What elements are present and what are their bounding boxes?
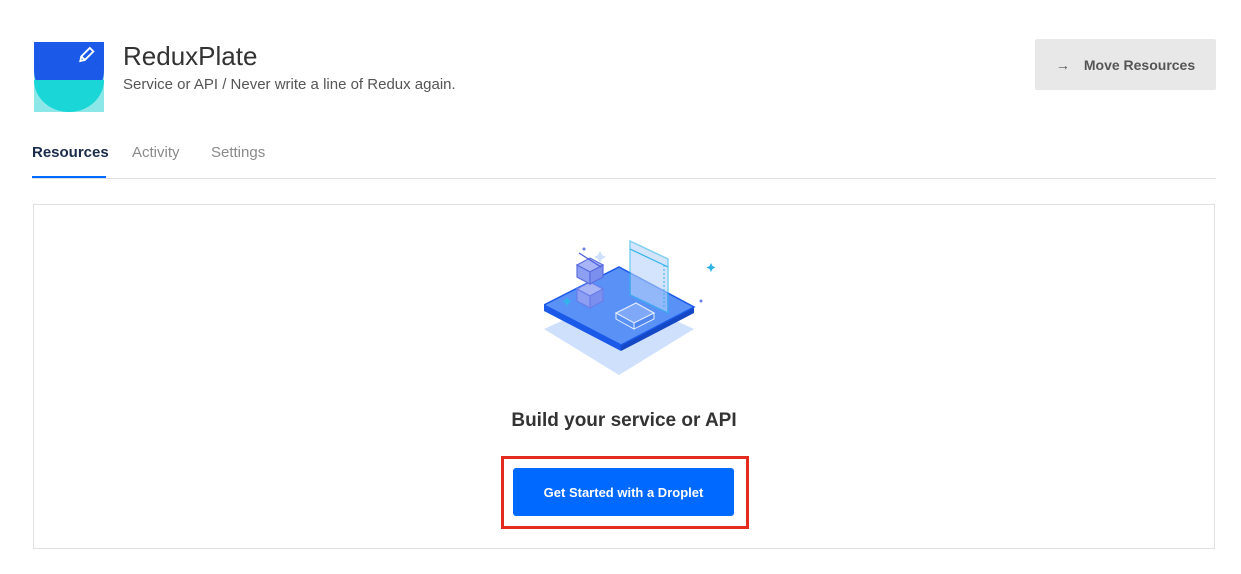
droplet-illustration xyxy=(544,239,716,375)
tab-resources[interactable]: Resources xyxy=(32,144,109,162)
project-title: ReduxPlate xyxy=(123,41,258,71)
empty-state-card: Build your service or API Get Started wi… xyxy=(33,204,1215,549)
tab-activity[interactable]: Activity xyxy=(132,144,180,162)
active-tab-indicator xyxy=(32,176,106,178)
arrow-right-icon: → xyxy=(1055,56,1070,73)
move-resources-label: Move Resources xyxy=(1083,56,1196,73)
empty-state-heading: Build your service or API xyxy=(511,410,737,431)
project-page: ReduxPlate Service or API / Never write … xyxy=(0,0,1241,574)
tab-bar: Resources Activity Settings xyxy=(32,140,1216,179)
project-icon[interactable] xyxy=(34,42,104,112)
project-subtitle: Service or API / Never write a line of R… xyxy=(123,76,456,93)
tab-settings[interactable]: Settings xyxy=(211,144,265,162)
move-resources-button[interactable]: → Move Resources xyxy=(1035,39,1216,90)
get-started-droplet-button[interactable]: Get Started with a Droplet xyxy=(513,468,734,516)
